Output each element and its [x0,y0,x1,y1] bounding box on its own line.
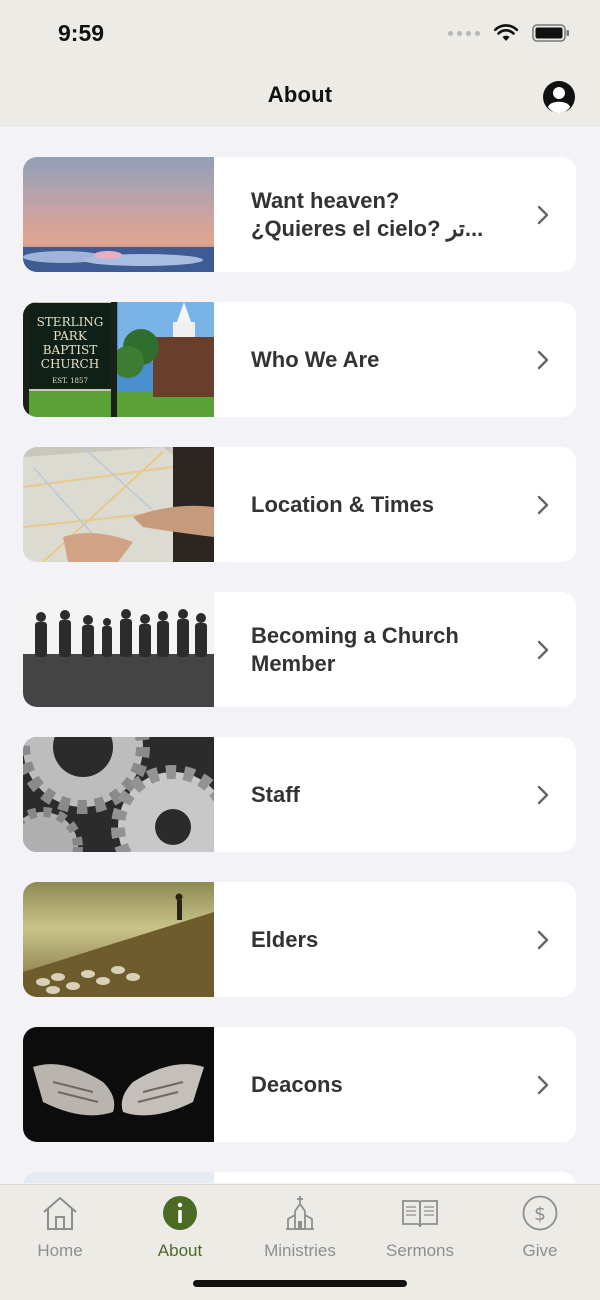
label-line-1: Elders [251,926,319,952]
tab-label: Sermons [385,1241,455,1260]
church-sign-photo: STERLING PARK BAPTIST CHURCH EST. 1857 [23,302,214,417]
profile-icon[interactable] [542,80,576,114]
house-icon [43,1197,77,1230]
about-list: Want heaven? ¿Quieres el cielo? تر... ST… [23,157,576,1183]
chevron-right-icon [537,640,549,659]
tab-label: Give [522,1241,558,1260]
list-item-label: Deacons [214,1071,536,1099]
label-line-1: Staff [251,781,300,807]
label-line-2: ¿Quieres el cielo? تر... [251,215,484,241]
svg-text:$: $ [534,1203,546,1225]
partial-photo [23,1172,214,1183]
chevron-right-icon [537,930,549,949]
tab-label: About [157,1241,203,1260]
church-icon [286,1196,314,1230]
wifi-icon [494,24,518,41]
list-item-becoming-member[interactable]: Becoming a Church Member [23,592,576,707]
signal-icon [448,30,480,36]
tab-sermons[interactable]: Sermons [360,1193,480,1263]
sign-line-4: CHURCH [41,357,99,371]
tab-about[interactable]: About [120,1193,240,1263]
silhouettes-photo [23,592,214,707]
tab-home[interactable]: Home [0,1193,120,1263]
tab-ministries[interactable]: Ministries [240,1193,360,1263]
status-time: 9:59 [58,20,105,46]
chevron-right-icon [537,785,549,804]
book-icon [402,1200,438,1228]
sky-photo [23,157,214,272]
home-indicator [193,1280,407,1287]
tab-label: Home [37,1241,83,1260]
tab-label: Ministries [264,1241,336,1260]
shepherd-photo [23,882,214,997]
list-item-label: Location & Times [214,491,536,519]
label-line-1: Who We Are [251,346,380,372]
list-item-elders[interactable]: Elders [23,882,576,997]
label-line-1: Location & Times [251,491,434,517]
list-item-label: Want heaven? ¿Quieres el cielo? تر... [214,187,536,243]
chevron-right-icon [537,350,549,369]
list-item-label: Who We Are [214,346,536,374]
list-item-partial[interactable] [23,1172,576,1183]
sign-line-3: BAPTIST [43,343,98,357]
list-item-location-times[interactable]: Location & Times [23,447,576,562]
list-item-who-we-are[interactable]: STERLING PARK BAPTIST CHURCH EST. 1857 W… [23,302,576,417]
label-line-1: Deacons [251,1071,343,1097]
list-item-label: Becoming a Church Member [214,622,536,678]
chevron-right-icon [537,1075,549,1094]
hands-photo [23,1027,214,1142]
gears-photo [23,737,214,852]
header: 9:59 About [0,0,600,127]
list-item-label: Staff [214,781,536,809]
info-icon [163,1196,197,1230]
dollar-icon: $ [522,1195,558,1231]
sign-est: EST. 1857 [52,377,88,385]
label-line-2: Member [251,650,336,676]
chevron-right-icon [537,495,549,514]
chevron-right-icon [537,205,549,224]
tab-give[interactable]: $ Give [480,1193,600,1263]
list-item-want-heaven[interactable]: Want heaven? ¿Quieres el cielo? تر... [23,157,576,272]
status-icons [448,24,570,42]
label-line-1: Becoming a Church [251,622,459,648]
list-item-label: Elders [214,926,536,954]
list-item-staff[interactable]: Staff [23,737,576,852]
battery-icon [532,24,569,42]
list-item-deacons[interactable]: Deacons [23,1027,576,1142]
map-photo [23,447,214,562]
label-line-1: Want heaven? [251,187,400,213]
sign-line-1: STERLING [37,315,104,329]
page-title: About [267,82,333,107]
sign-line-2: PARK [53,329,88,343]
